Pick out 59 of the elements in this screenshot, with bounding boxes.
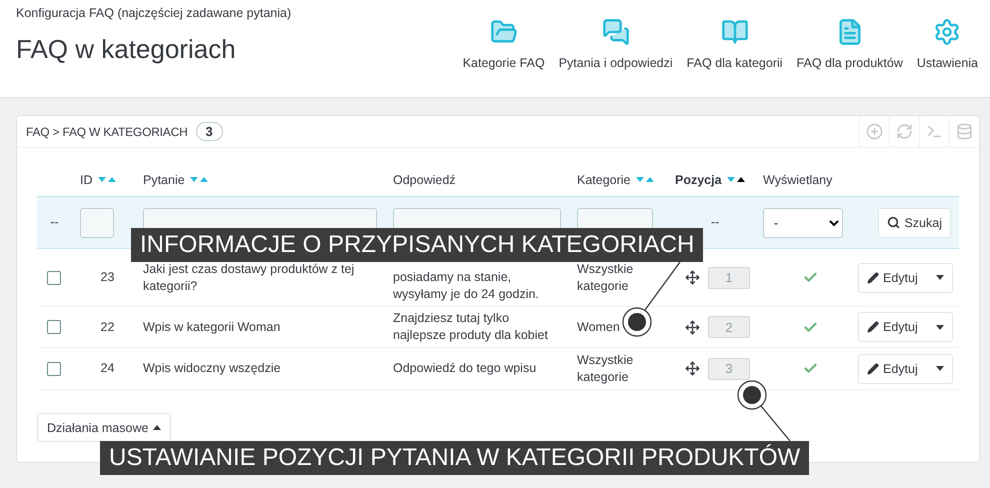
row-checkbox[interactable] <box>47 362 61 376</box>
search-icon <box>887 216 900 229</box>
table-cell-text: Znajdziesz tutaj tylko najlepsze produty dla kobiet <box>393 310 549 344</box>
check-icon[interactable] <box>803 320 818 334</box>
table-cell-text: Wszystkie kategorie <box>577 352 634 386</box>
pencil-icon <box>867 272 879 284</box>
table-cell-text: 23 <box>100 269 116 286</box>
toolbar-link[interactable]: Kategorie FAQ <box>462 18 545 97</box>
page-title: FAQ w kategoriach <box>16 34 237 65</box>
toolbar-link[interactable]: Ustawienia <box>916 18 978 97</box>
sort-icon[interactable] <box>726 177 745 182</box>
book-icon <box>720 18 749 46</box>
table-cell-text: Wpis w kategorii Woman <box>143 318 282 336</box>
edit-button[interactable]: Edytuj <box>859 362 926 376</box>
table-cell-text: Jaki jest czas dostawy produktów z tej kategorii? <box>143 260 356 294</box>
count-badge: 3 <box>196 122 223 141</box>
toolbar-link[interactable]: FAQ dla kategorii <box>686 18 783 97</box>
gears-icon <box>933 18 962 46</box>
table-cell-text: posiadamy na stanie, wysyłamy je do 24 godzin. <box>393 269 540 303</box>
row-checkbox[interactable] <box>47 320 61 334</box>
leader-line <box>760 406 790 442</box>
id-filter-field[interactable] <box>80 208 114 238</box>
edit-button[interactable]: Edytuj <box>859 320 926 334</box>
row-checkbox[interactable] <box>47 270 61 284</box>
column-header[interactable]: Pytanie <box>143 172 393 186</box>
chat-bubbles-icon <box>602 18 630 46</box>
column-header[interactable]: Pozycja <box>675 172 763 186</box>
drag-handle-icon[interactable] <box>685 270 700 285</box>
panel-title: FAQ > FAQ W KATEGORIACH <box>26 124 188 138</box>
refresh-icon <box>896 123 913 140</box>
drag-handle-icon[interactable] <box>685 361 700 376</box>
table-cell-text: 24 <box>100 360 116 377</box>
table-cell-text: Odpowiedź do tego wpisu <box>393 360 538 377</box>
empty-filter-field: -- <box>675 214 763 231</box>
column-header: Wyświetlany <box>763 172 834 186</box>
table-cell-text: Wpis widoczny wszędzie <box>143 360 282 377</box>
leader-line <box>644 262 680 310</box>
annotation-tooltip: USTAWIANIE POZYCJI PYTANIA W KATEGORII PRODUKTÓW <box>100 441 810 475</box>
plus-circle-icon <box>866 123 883 140</box>
search-button[interactable]: Szukaj <box>878 208 951 238</box>
column-header: Odpowiedź <box>393 172 457 186</box>
toolbar-link[interactable]: FAQ dla produktów <box>796 18 903 97</box>
pencil-icon <box>867 321 879 333</box>
empty-filter-field: -- <box>37 214 80 231</box>
table-cell-text: 22 <box>100 318 116 336</box>
column-header[interactable]: ID <box>80 172 143 186</box>
drag-handle-icon[interactable] <box>685 320 700 334</box>
bulk-actions-button[interactable]: Działania masowe <box>37 413 172 442</box>
column-header[interactable]: Kategorie <box>577 172 675 186</box>
terminal-icon <box>926 123 943 140</box>
table-cell: Women <box>577 318 620 336</box>
breadcrumb: Konfiguracja FAQ (najczęściej zadawane pytania) <box>16 6 292 20</box>
pencil-icon <box>867 362 879 374</box>
database-icon <box>956 123 973 140</box>
toolbar-link[interactable]: Pytania i odpowiedzi <box>558 18 673 97</box>
displayed-filter-select[interactable]: - <box>763 208 843 238</box>
edit-button[interactable]: Edytuj <box>859 270 926 284</box>
table-cell-text: Wszystkie kategorie <box>577 260 634 294</box>
annotation-tooltip: INFORMACJE O PRZYPISANYCH KATEGORIACH <box>131 228 704 262</box>
